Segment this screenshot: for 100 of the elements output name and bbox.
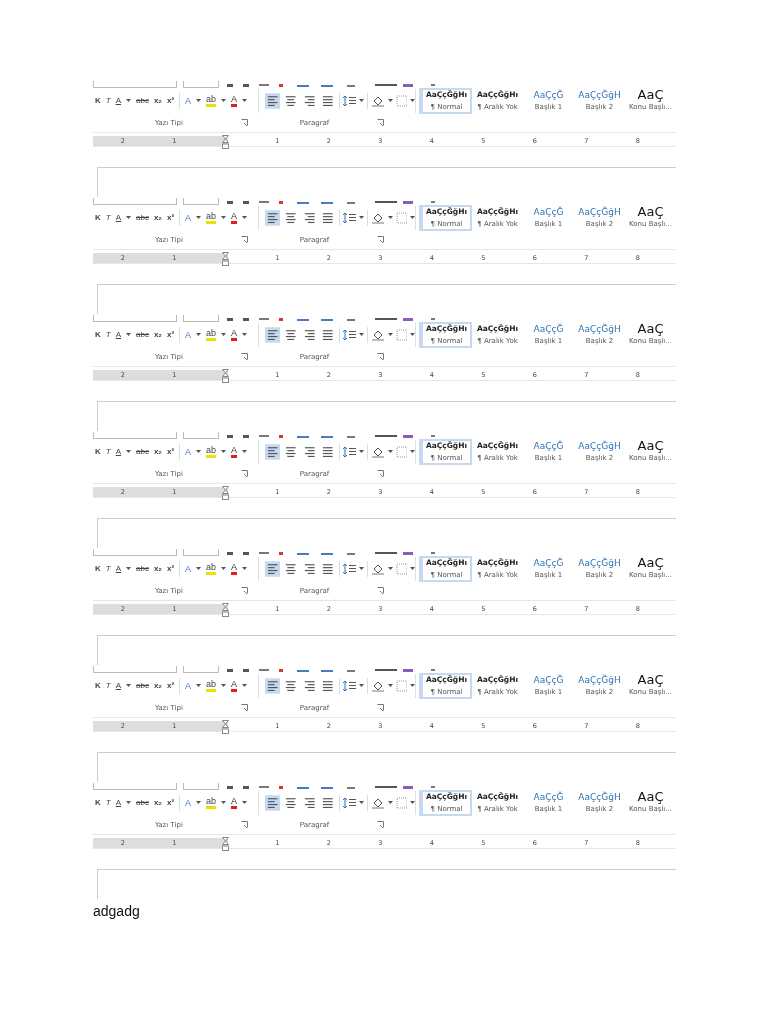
caret-icon[interactable] (242, 801, 248, 805)
font-name-field[interactable] (93, 782, 177, 790)
italic-button[interactable]: T (105, 681, 111, 691)
dialog-launcher-icon[interactable] (240, 587, 248, 595)
strikethrough-button[interactable]: abc (136, 447, 149, 457)
text-effects-button[interactable]: A (185, 329, 192, 340)
superscript-button[interactable]: x² (166, 564, 175, 574)
bold-button[interactable]: K (95, 330, 101, 340)
indent-marker-icon[interactable] (222, 719, 230, 734)
dialog-launcher-icon[interactable] (240, 821, 248, 829)
caret-icon[interactable] (359, 99, 365, 103)
caret-icon[interactable] (242, 684, 248, 688)
font-name-field[interactable] (93, 314, 177, 322)
subscript-button[interactable]: x₂ (153, 213, 162, 223)
dialog-launcher-icon[interactable] (377, 821, 385, 829)
caret-icon[interactable] (221, 450, 227, 454)
font-color-button[interactable]: A (231, 211, 238, 224)
dialog-launcher-icon[interactable] (240, 353, 248, 361)
caret-icon[interactable] (359, 567, 365, 571)
caret-icon[interactable] (196, 99, 202, 103)
italic-button[interactable]: T (105, 330, 111, 340)
align-left-button[interactable] (265, 326, 281, 343)
caret-icon[interactable] (126, 801, 131, 805)
font-color-button[interactable]: A (231, 94, 238, 107)
indent-marker-icon[interactable] (222, 602, 230, 617)
dialog-launcher-icon[interactable] (377, 353, 385, 361)
align-left-button[interactable] (265, 560, 281, 577)
caret-icon[interactable] (387, 450, 393, 454)
caret-icon[interactable] (410, 801, 415, 805)
caret-icon[interactable] (126, 684, 131, 688)
underline-button[interactable]: A (115, 798, 121, 808)
italic-button[interactable]: T (105, 213, 111, 223)
indent-marker-icon[interactable] (222, 368, 230, 383)
font-name-field[interactable] (93, 665, 177, 673)
superscript-button[interactable]: x² (166, 447, 175, 457)
caret-icon[interactable] (126, 450, 131, 454)
line-spacing-icon[interactable] (342, 796, 357, 809)
strikethrough-button[interactable]: abc (136, 96, 149, 106)
line-spacing-icon[interactable] (342, 328, 357, 341)
subscript-button[interactable]: x₂ (153, 96, 162, 106)
caret-icon[interactable] (359, 216, 365, 220)
bold-button[interactable]: K (95, 798, 101, 808)
dialog-launcher-icon[interactable] (240, 236, 248, 244)
line-spacing-icon[interactable] (342, 679, 357, 692)
indent-marker-icon[interactable] (222, 251, 230, 266)
bold-button[interactable]: K (95, 447, 101, 457)
caret-icon[interactable] (410, 216, 415, 220)
caret-icon[interactable] (196, 684, 202, 688)
highlight-button[interactable]: ab (206, 328, 217, 341)
bold-button[interactable]: K (95, 96, 101, 106)
dialog-launcher-icon[interactable] (377, 470, 385, 478)
caret-icon[interactable] (242, 567, 248, 571)
caret-icon[interactable] (196, 450, 202, 454)
align-left-button[interactable] (265, 794, 281, 811)
superscript-button[interactable]: x² (166, 798, 175, 808)
bold-button[interactable]: K (95, 564, 101, 574)
font-color-button[interactable]: A (231, 328, 238, 341)
underline-button[interactable]: A (115, 564, 121, 574)
caret-icon[interactable] (410, 567, 415, 571)
highlight-button[interactable]: ab (206, 445, 217, 458)
caret-icon[interactable] (410, 333, 415, 337)
text-effects-button[interactable]: A (185, 680, 192, 691)
underline-button[interactable]: A (115, 330, 121, 340)
strikethrough-button[interactable]: abc (136, 798, 149, 808)
underline-button[interactable]: A (115, 447, 121, 457)
text-effects-button[interactable]: A (185, 95, 192, 106)
line-spacing-icon[interactable] (342, 445, 357, 458)
dialog-launcher-icon[interactable] (240, 704, 248, 712)
indent-marker-icon[interactable] (222, 134, 230, 149)
indent-marker-icon[interactable] (222, 836, 230, 851)
caret-icon[interactable] (196, 333, 202, 337)
caret-icon[interactable] (126, 216, 131, 220)
caret-icon[interactable] (387, 567, 393, 571)
align-left-button[interactable] (265, 209, 281, 226)
caret-icon[interactable] (359, 333, 365, 337)
italic-button[interactable]: T (105, 564, 111, 574)
dialog-launcher-icon[interactable] (240, 470, 248, 478)
caret-icon[interactable] (387, 801, 393, 805)
align-left-button[interactable] (265, 443, 281, 460)
text-effects-button[interactable]: A (185, 212, 192, 223)
superscript-button[interactable]: x² (166, 330, 175, 340)
align-left-button[interactable] (265, 677, 281, 694)
caret-icon[interactable] (410, 450, 415, 454)
caret-icon[interactable] (126, 567, 131, 571)
bold-button[interactable]: K (95, 681, 101, 691)
italic-button[interactable]: T (105, 798, 111, 808)
underline-button[interactable]: A (115, 681, 121, 691)
caret-icon[interactable] (410, 99, 415, 103)
line-spacing-icon[interactable] (342, 562, 357, 575)
dialog-launcher-icon[interactable] (377, 236, 385, 244)
line-spacing-icon[interactable] (342, 94, 357, 107)
caret-icon[interactable] (387, 216, 393, 220)
caret-icon[interactable] (359, 801, 365, 805)
line-spacing-icon[interactable] (342, 211, 357, 224)
strikethrough-button[interactable]: abc (136, 681, 149, 691)
dialog-launcher-icon[interactable] (377, 119, 385, 127)
caret-icon[interactable] (242, 450, 248, 454)
caret-icon[interactable] (242, 216, 248, 220)
dialog-launcher-icon[interactable] (377, 704, 385, 712)
subscript-button[interactable]: x₂ (153, 798, 162, 808)
